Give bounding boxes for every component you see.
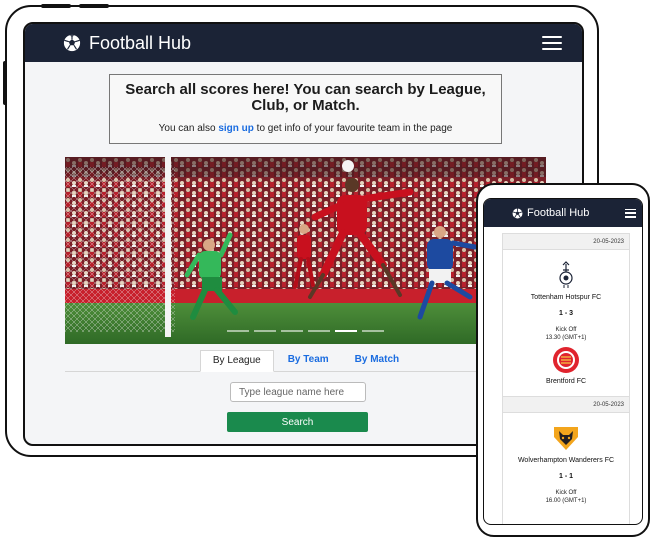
- home-team-name: Wolverhampton Wanderers FC: [517, 457, 615, 464]
- search-button[interactable]: Search: [227, 412, 368, 432]
- carousel-dot[interactable]: [362, 330, 384, 332]
- tab-by-league[interactable]: By League: [199, 350, 274, 372]
- hero-subtitle-text: to get info of your favourite team in th…: [253, 123, 453, 134]
- signup-link[interactable]: sign up: [218, 123, 254, 134]
- tablet-side-button: [3, 61, 7, 105]
- carousel-dot[interactable]: [227, 330, 249, 332]
- tab-by-match[interactable]: By Match: [343, 350, 411, 372]
- football-match-photo: [65, 157, 546, 344]
- phone-screen: Football Hub 20-05-2023 Tottenham Hotspu…: [483, 198, 643, 525]
- phone-brand-name: Football Hub: [527, 207, 590, 219]
- match-card[interactable]: 20-05-2023 Wolverhampton Wanderers FC 1 …: [502, 397, 630, 524]
- hamburger-menu-icon[interactable]: [625, 208, 636, 218]
- phone-brand[interactable]: Football Hub: [512, 207, 589, 219]
- match-date: 20-05-2023: [503, 397, 629, 413]
- phone-device: Football Hub 20-05-2023 Tottenham Hotspu…: [476, 183, 650, 537]
- navbar: Football Hub: [25, 24, 582, 62]
- hero-title: Search all scores here! You can search b…: [125, 81, 486, 114]
- away-team-name: Brentford FC: [545, 378, 587, 385]
- carousel-dot[interactable]: [335, 330, 357, 332]
- carousel-indicators[interactable]: [65, 330, 546, 332]
- tab-by-team[interactable]: By Team: [276, 350, 341, 372]
- hero-box: Search all scores here! You can search b…: [109, 74, 502, 144]
- soccer-ball-icon: [63, 34, 81, 52]
- hero-subtitle-text: You can also: [158, 123, 219, 134]
- soccer-ball-icon: [512, 208, 523, 218]
- phone-navbar: Football Hub: [484, 199, 642, 227]
- kickoff-info: Kick Off 16.00 (GMT+1): [503, 489, 629, 505]
- wolves-crest-icon: [554, 427, 578, 450]
- home-team-name: Tottenham Hotspur FC: [530, 294, 602, 301]
- match-card[interactable]: 20-05-2023 Tottenham Hotspur FC 1 - 3 Ki…: [502, 233, 630, 397]
- hero-carousel-image[interactable]: [65, 157, 546, 344]
- match-date: 20-05-2023: [503, 234, 629, 250]
- tablet-button: [41, 4, 71, 8]
- brentford-crest-icon: [553, 347, 579, 373]
- kickoff-label: Kick Off: [555, 490, 577, 496]
- kickoff-label: Kick Off: [555, 327, 577, 333]
- carousel-dot[interactable]: [308, 330, 330, 332]
- hero-subtitle: You can also sign up to get info of your…: [110, 123, 501, 134]
- tottenham-crest-icon: [559, 261, 573, 288]
- search-tabs: By League By Team By Match: [65, 350, 546, 372]
- carousel-dot[interactable]: [281, 330, 303, 332]
- kickoff-info: Kick Off 13.30 (GMT+1): [503, 326, 629, 342]
- brand-name: Football Hub: [89, 32, 192, 53]
- hamburger-menu-icon[interactable]: [542, 36, 562, 50]
- match-score: 1 - 1: [558, 473, 573, 480]
- kickoff-time: 13.30 (GMT+1): [545, 335, 587, 341]
- tablet-button: [79, 4, 109, 8]
- brand[interactable]: Football Hub: [63, 33, 191, 54]
- kickoff-time: 16.00 (GMT+1): [545, 498, 587, 504]
- league-search-input[interactable]: [230, 382, 366, 402]
- match-score: 1 - 3: [558, 310, 573, 317]
- carousel-dot[interactable]: [254, 330, 276, 332]
